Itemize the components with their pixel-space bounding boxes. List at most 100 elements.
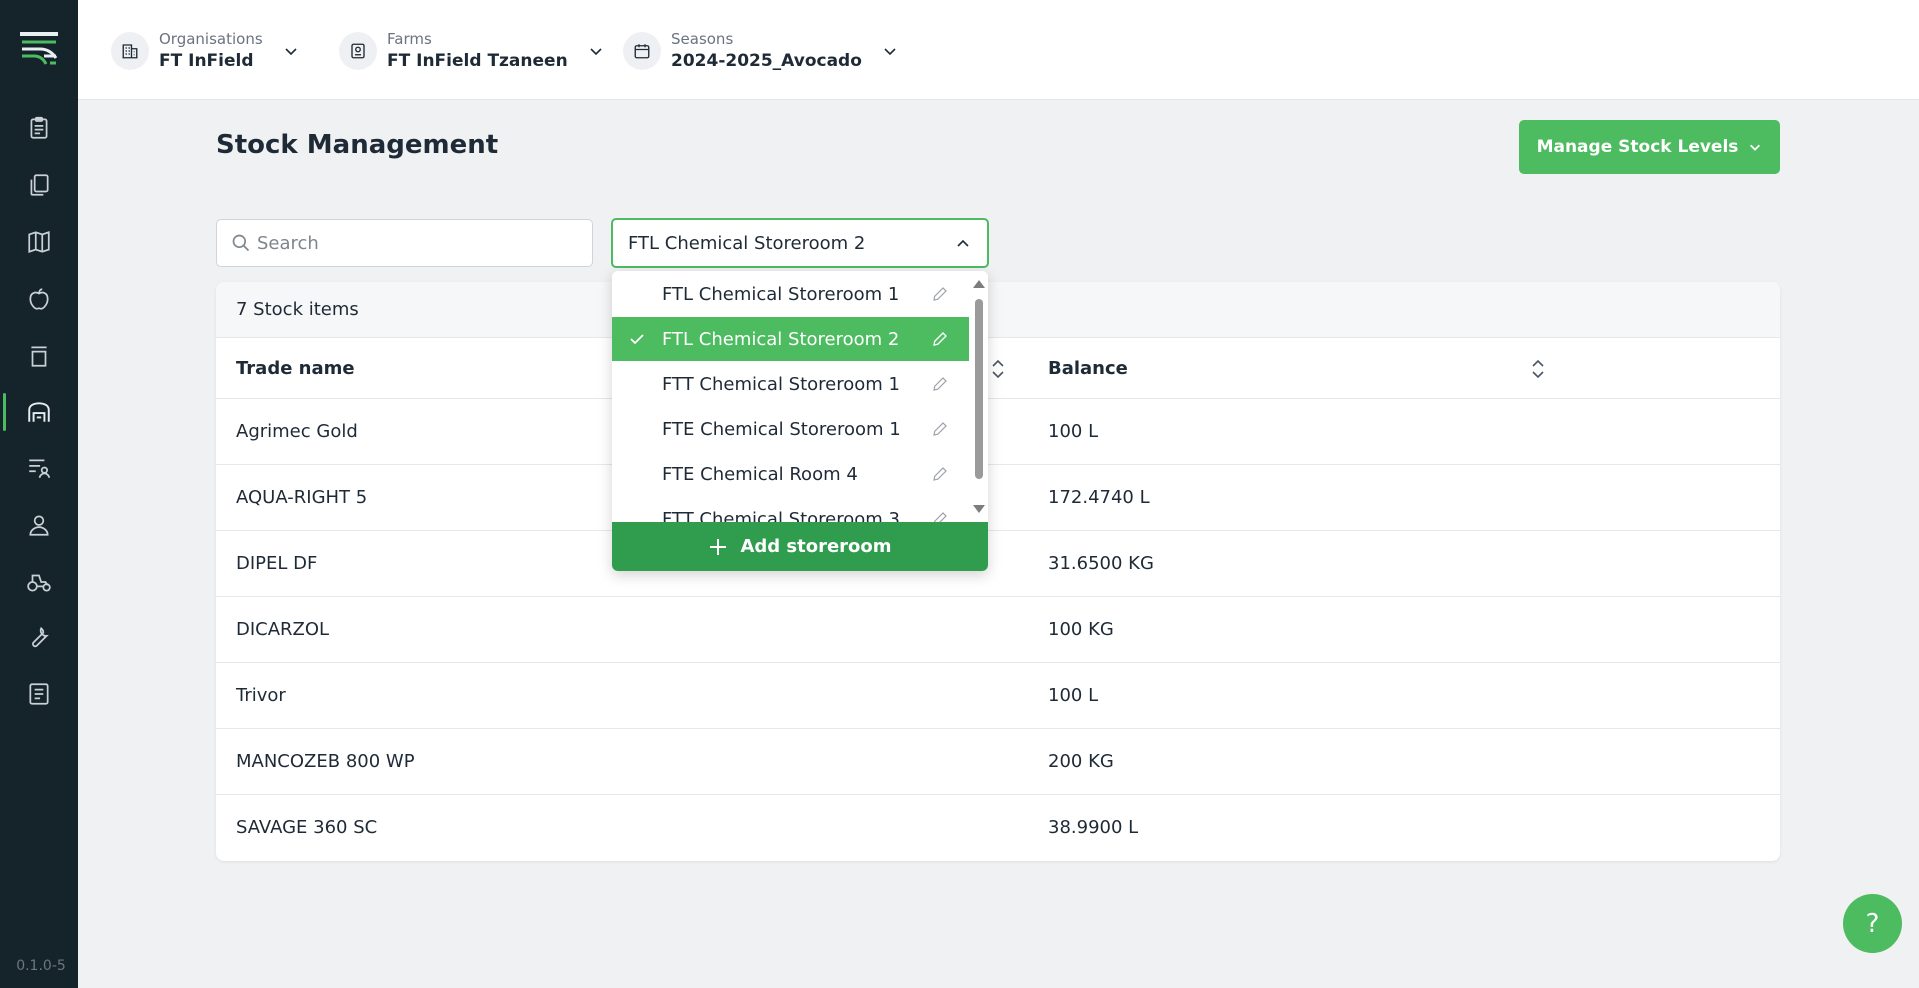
- farm-value: FT InField Tzaneen: [387, 51, 568, 71]
- edit-pencil-icon[interactable]: [931, 375, 949, 393]
- edit-pencil-icon[interactable]: [931, 285, 949, 303]
- balance-cell: 31.6500 KG: [1048, 553, 1154, 574]
- sidebar-item-tasks[interactable]: [0, 103, 78, 153]
- add-storeroom-button[interactable]: Add storeroom: [612, 522, 988, 571]
- chevron-down-icon: [285, 48, 297, 56]
- wrench-icon: [32, 626, 49, 648]
- sidebar-item-tools[interactable]: [0, 612, 78, 662]
- balance-cell: 100 L: [1048, 685, 1099, 706]
- scroll-down-arrow-icon[interactable]: [973, 505, 985, 513]
- storeroom-select-value: FTL Chemical Storeroom 2: [628, 232, 866, 254]
- chevron-down-icon: [884, 48, 896, 56]
- sidebar-item-stock[interactable]: [0, 387, 78, 437]
- chevron-down-icon: [1750, 144, 1761, 151]
- balance-cell: 200 KG: [1048, 751, 1114, 772]
- table-row[interactable]: DICARZOL 100 KG: [216, 597, 1780, 663]
- dropdown-scrollbar[interactable]: [970, 271, 988, 522]
- sidebar-item-users[interactable]: [0, 500, 78, 550]
- farm-label: Farms: [387, 30, 432, 48]
- balance-cell: 38.9900 L: [1048, 817, 1139, 838]
- season-value: 2024-2025_Avocado: [671, 51, 862, 71]
- trade-name-cell: Agrimec Gold: [236, 421, 358, 442]
- page-title: Stock Management: [216, 130, 499, 160]
- storeroom-option-label: FTE Chemical Room 4: [662, 463, 858, 485]
- manage-stock-levels-button[interactable]: Manage Stock Levels: [1519, 120, 1780, 174]
- storeroom-option[interactable]: FTE Chemical Storeroom 1: [612, 407, 969, 451]
- tractor-icon: [27, 574, 51, 592]
- organisation-label: Organisations: [159, 30, 263, 48]
- farm-selector[interactable]: Farms FT InField Tzaneen: [339, 26, 604, 76]
- trade-name-cell: DICARZOL: [236, 619, 330, 640]
- apple-icon: [29, 288, 49, 310]
- table-row[interactable]: Agrimec Gold 100 L: [216, 399, 1780, 465]
- sidebar-item-harvest[interactable]: [0, 274, 78, 324]
- farm-icon: [339, 32, 377, 70]
- version-label: 0.1.0-5: [16, 958, 66, 974]
- season-label: Seasons: [671, 30, 734, 48]
- table-header: Trade name Balance: [216, 338, 1780, 399]
- sidebar-item-containers[interactable]: [0, 331, 78, 381]
- sidebar-item-documents[interactable]: [0, 160, 78, 210]
- storeroom-option-selected[interactable]: FTL Chemical Storeroom 2: [612, 317, 969, 361]
- organisation-selector[interactable]: Organisations FT InField: [111, 26, 299, 76]
- plus-icon: [710, 538, 727, 555]
- help-button[interactable]: ?: [1843, 894, 1902, 953]
- building-icon: [111, 32, 149, 70]
- report-icon: [29, 683, 49, 705]
- storeroom-option[interactable]: FTT Chemical Storeroom 1: [612, 362, 969, 406]
- table-row[interactable]: AQUA-RIGHT 5 172.4740 L: [216, 465, 1780, 531]
- sidebar-item-maps[interactable]: [0, 217, 78, 267]
- storeroom-option[interactable]: FTL Chemical Storeroom 1: [612, 272, 969, 316]
- clipboard-icon: [30, 116, 48, 139]
- sidebar-item-reports[interactable]: [0, 669, 78, 719]
- stock-table-panel: 7 Stock items Trade name Balance Agrimec…: [216, 282, 1780, 861]
- organisation-value: FT InField: [159, 51, 254, 71]
- search-input[interactable]: [257, 232, 577, 254]
- storeroom-option[interactable]: FTE Chemical Room 4: [612, 452, 969, 496]
- trade-name-cell: Trivor: [236, 685, 286, 706]
- storeroom-select[interactable]: FTL Chemical Storeroom 2: [611, 218, 989, 268]
- table-row[interactable]: SAVAGE 360 SC 38.9900 L: [216, 795, 1780, 861]
- list-user-icon: [29, 459, 51, 478]
- edit-pencil-icon[interactable]: [931, 510, 949, 522]
- season-selector[interactable]: Seasons 2024-2025_Avocado: [623, 26, 898, 76]
- edit-pencil-icon[interactable]: [931, 330, 949, 348]
- sidebar: 0.1.0-5: [0, 0, 78, 988]
- bin-icon: [31, 346, 47, 367]
- storeroom-option-label: FTL Chemical Storeroom 1: [662, 283, 900, 305]
- topbar: Organisations FT InField Farms FT InFiel…: [78, 0, 1919, 100]
- sidebar-item-vehicles[interactable]: [0, 557, 78, 607]
- table-row[interactable]: Trivor 100 L: [216, 663, 1780, 729]
- add-storeroom-label: Add storeroom: [740, 536, 892, 557]
- storeroom-option[interactable]: FTT Chemical Storeroom 3: [612, 497, 969, 522]
- check-icon: [630, 334, 644, 345]
- sort-icon[interactable]: [1530, 357, 1546, 381]
- balance-cell: 100 L: [1048, 421, 1099, 442]
- storeroom-dropdown: FTL Chemical Storeroom 1 FTL Chemical St…: [612, 271, 988, 571]
- balance-cell: 100 KG: [1048, 619, 1114, 640]
- brand-logo-icon[interactable]: [20, 32, 58, 66]
- map-icon: [28, 231, 50, 253]
- stock-count: 7 Stock items: [216, 282, 1780, 338]
- table-row[interactable]: MANCOZEB 800 WP 200 KG: [216, 729, 1780, 795]
- column-header-trade-name[interactable]: Trade name: [236, 358, 355, 379]
- table-row[interactable]: DIPEL DF 31.6500 KG: [216, 531, 1780, 597]
- storeroom-option-label: FTL Chemical Storeroom 2: [662, 328, 900, 350]
- edit-pencil-icon[interactable]: [931, 420, 949, 438]
- sidebar-item-programs[interactable]: [0, 443, 78, 493]
- chevron-down-icon: [590, 48, 602, 56]
- trade-name-cell: MANCOZEB 800 WP: [236, 751, 415, 772]
- copy-icon: [30, 174, 49, 196]
- calendar-icon: [623, 32, 661, 70]
- search-icon: [232, 234, 250, 252]
- search-box: [216, 219, 593, 267]
- scroll-up-arrow-icon[interactable]: [973, 280, 985, 288]
- scrollbar-thumb[interactable]: [975, 299, 983, 479]
- sort-icon[interactable]: [990, 357, 1006, 381]
- edit-pencil-icon[interactable]: [931, 465, 949, 483]
- trade-name-cell: AQUA-RIGHT 5: [236, 487, 368, 508]
- trade-name-cell: DIPEL DF: [236, 553, 318, 574]
- column-header-balance[interactable]: Balance: [1048, 358, 1128, 379]
- table-body: Agrimec Gold 100 L AQUA-RIGHT 5 172.4740 L…: [216, 399, 1780, 861]
- storeroom-option-label: FTT Chemical Storeroom 3: [662, 508, 900, 523]
